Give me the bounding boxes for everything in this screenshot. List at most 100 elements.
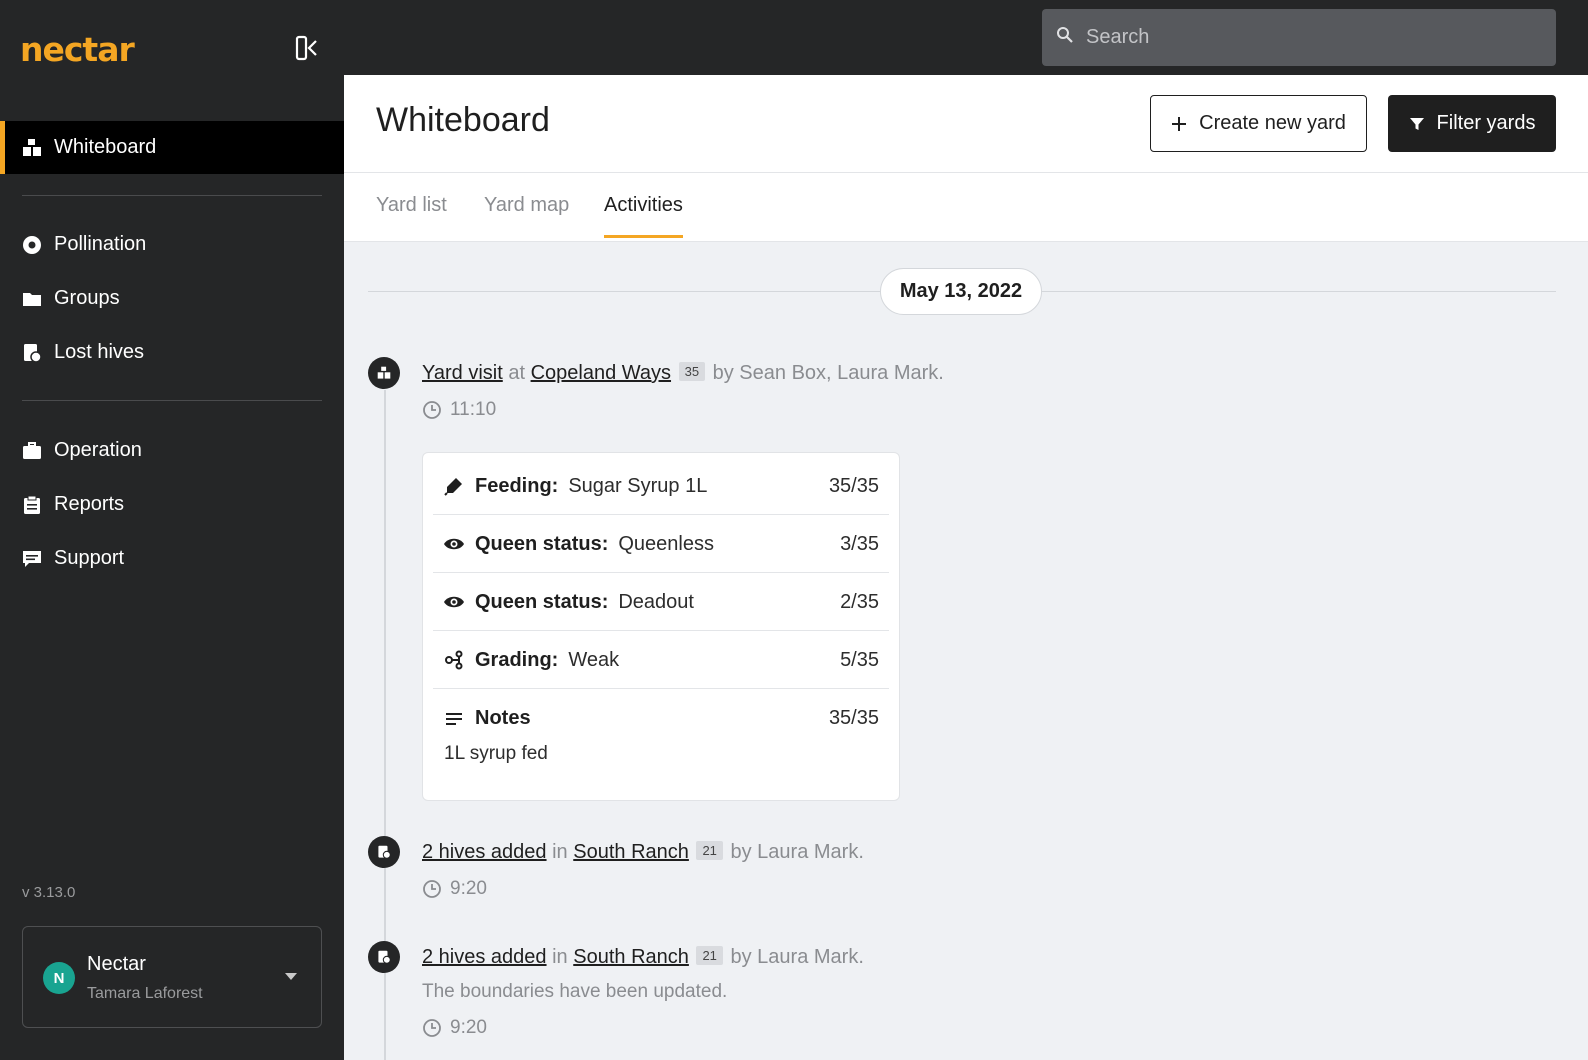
- yard-link[interactable]: South Ranch: [573, 946, 689, 968]
- hive-added-icon: [368, 836, 400, 868]
- detail-value: Queenless: [618, 532, 714, 555]
- detail-row-queen-status: Queen status: Deadout 2/35: [433, 574, 889, 631]
- activity-summary: 2 hives added in South Ranch 21 by Laura…: [422, 946, 864, 969]
- detail-row-queen-status: Queen status: Queenless 3/35: [433, 516, 889, 573]
- search-box[interactable]: [1042, 9, 1556, 66]
- activity-action-link[interactable]: 2 hives added: [422, 841, 547, 863]
- clock-icon: [422, 879, 442, 899]
- detail-count: 2/35: [840, 590, 879, 613]
- detail-value: Sugar Syrup 1L: [568, 474, 708, 497]
- detail-count: 3/35: [840, 532, 879, 555]
- activity-summary: Yard visit at Copeland Ways 35 by Sean B…: [422, 362, 944, 385]
- clipboard-icon: [22, 495, 42, 515]
- yard-visit-icon: [368, 357, 400, 389]
- caret-down-icon: [285, 973, 297, 980]
- search-input[interactable]: [1086, 26, 1526, 49]
- detail-label: Feeding:: [475, 474, 559, 497]
- sidebar-item-label: Lost hives: [54, 341, 145, 363]
- clock-icon: [422, 400, 442, 420]
- nectar-logo[interactable]: nectar: [20, 30, 135, 69]
- filter-yards-label: Filter yards: [1436, 112, 1536, 134]
- sidebar-item-whiteboard[interactable]: Whiteboard: [0, 121, 344, 174]
- activity-note: The boundaries have been updated.: [422, 981, 728, 1002]
- avatar: N: [43, 962, 75, 994]
- tab-bar: Yard list Yard map Activities: [344, 173, 1588, 242]
- time-text: 11:10: [450, 399, 497, 420]
- detail-row-notes: Notes 35/35: [433, 690, 889, 747]
- time-text: 9:20: [450, 878, 487, 899]
- detail-label: Notes: [475, 707, 531, 729]
- sidebar-item-operation[interactable]: Operation: [0, 424, 344, 477]
- activity-time: 9:20: [422, 878, 487, 900]
- detail-count: 35/35: [828, 474, 879, 497]
- activity-by: by Sean Box, Laura Mark.: [712, 362, 944, 384]
- app-version: v 3.13.0: [22, 884, 76, 901]
- activity-preposition: at: [508, 362, 526, 384]
- yard-link[interactable]: South Ranch: [573, 841, 689, 863]
- lost-hive-icon: [22, 343, 42, 363]
- account-user: Tamara Laforest: [87, 985, 203, 1002]
- detail-row-feeding: Feeding: Sugar Syrup 1L 35/35: [433, 458, 889, 515]
- account-switcher[interactable]: N Nectar Tamara Laforest: [22, 926, 322, 1028]
- activity-action-link[interactable]: Yard visit: [422, 362, 503, 384]
- page-header: Whiteboard Create new yard Filter yards: [344, 75, 1588, 173]
- search-icon: [1056, 26, 1074, 49]
- page-title: Whiteboard: [376, 101, 550, 139]
- sidebar-divider: [22, 400, 322, 401]
- hive-added-icon: [368, 941, 400, 973]
- detail-label: Grading:: [475, 648, 559, 671]
- filter-icon: [1409, 116, 1425, 132]
- eye-icon: [443, 594, 465, 610]
- sidebar-item-label: Operation: [54, 439, 142, 461]
- hive-count-badge: 35: [678, 362, 706, 381]
- sidebar-item-lost-hives[interactable]: Lost hives: [0, 326, 344, 379]
- activity-summary: 2 hives added in South Ranch 21 by Laura…: [422, 841, 864, 864]
- sidebar-item-label: Reports: [54, 493, 125, 515]
- grading-icon: [443, 650, 465, 670]
- eye-icon: [443, 536, 465, 552]
- account-name: Nectar: [87, 953, 146, 975]
- filter-yards-button[interactable]: Filter yards: [1388, 95, 1556, 152]
- clock-icon: [422, 1018, 442, 1038]
- create-new-yard-label: Create new yard: [1199, 112, 1346, 134]
- sidebar-item-support[interactable]: Support: [0, 532, 344, 585]
- activity-details-card: Feeding: Sugar Syrup 1L 35/35 Queen stat…: [422, 452, 900, 801]
- sidebar-item-reports[interactable]: Reports: [0, 478, 344, 531]
- sidebar-divider: [22, 195, 322, 196]
- activity-action-link[interactable]: 2 hives added: [422, 946, 547, 968]
- detail-label: Queen status:: [475, 590, 609, 613]
- notes-icon: [443, 712, 465, 726]
- collapse-sidebar-icon[interactable]: [294, 34, 322, 62]
- activity-preposition: in: [552, 946, 568, 968]
- hive-count-badge: 21: [696, 841, 723, 860]
- sidebar: nectar Whiteboard Pollination Groups Los…: [0, 0, 344, 1060]
- sidebar-item-label: Whiteboard: [54, 136, 157, 158]
- chat-icon: [22, 549, 42, 569]
- tab-yard-map[interactable]: Yard map: [484, 194, 569, 235]
- create-new-yard-button[interactable]: Create new yard: [1150, 95, 1367, 152]
- folder-icon: [22, 289, 42, 309]
- activity-preposition: in: [552, 841, 568, 863]
- sidebar-item-groups[interactable]: Groups: [0, 272, 344, 325]
- hive-count-badge: 21: [696, 946, 723, 965]
- flower-icon: [22, 235, 42, 255]
- sidebar-item-label: Pollination: [54, 233, 147, 255]
- detail-value: Weak: [568, 648, 620, 671]
- notes-text: 1L syrup fed: [444, 743, 548, 764]
- detail-label: Queen status:: [475, 532, 609, 555]
- detail-count: 35/35: [828, 707, 879, 729]
- yard-link[interactable]: Copeland Ways: [531, 362, 671, 384]
- hives-icon: [22, 138, 42, 158]
- sidebar-item-label: Groups: [54, 287, 120, 309]
- tab-yard-list[interactable]: Yard list: [376, 194, 447, 235]
- detail-count: 5/35: [840, 648, 879, 671]
- briefcase-icon: [22, 441, 42, 461]
- tab-activities[interactable]: Activities: [604, 194, 683, 238]
- plus-icon: [1171, 116, 1187, 132]
- date-label: May 13, 2022: [880, 268, 1042, 315]
- activity-by: by Laura Mark.: [730, 841, 864, 863]
- sidebar-item-label: Support: [54, 547, 125, 569]
- top-bar: [344, 0, 1588, 75]
- sidebar-item-pollination[interactable]: Pollination: [0, 218, 344, 271]
- time-text: 9:20: [450, 1017, 487, 1038]
